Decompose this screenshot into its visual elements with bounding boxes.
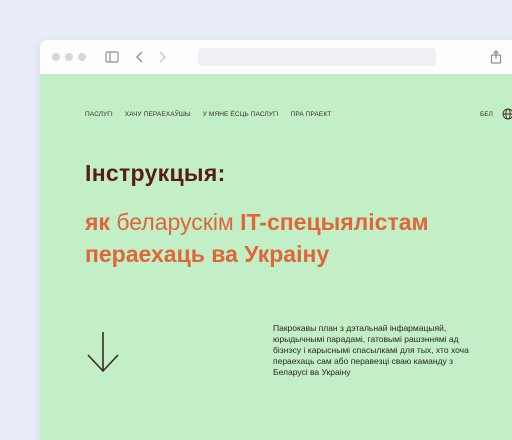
browser-window: Паслугі Хачу пераехаўшы У мяне ёсць пасл…	[40, 40, 512, 440]
subtitle-word-belarusian: беларускім	[109, 209, 241, 235]
language-switcher[interactable]: БЕЛ	[480, 111, 493, 118]
web-page: Паслугі Хачу пераехаўшы У мяне ёсць пасл…	[40, 74, 512, 440]
browser-toolbar	[40, 40, 512, 75]
main-nav: Паслугі Хачу пераехаўшы У мяне ёсць пасл…	[85, 111, 331, 118]
address-bar[interactable]	[198, 48, 436, 66]
page-title: Інструкцыя:	[85, 160, 226, 186]
globe-icon[interactable]	[502, 108, 512, 120]
subtitle-line-1: як беларускім IT-спецыялістам	[85, 206, 429, 238]
maximize-window-button[interactable]	[78, 53, 86, 61]
arrow-down-icon[interactable]	[86, 330, 120, 374]
chevron-right-icon[interactable]	[154, 49, 170, 65]
subtitle-line-2: пераехаць ва Украіну	[85, 241, 330, 267]
subtitle-word-how: як	[85, 209, 110, 235]
close-window-button[interactable]	[52, 53, 60, 61]
subtitle-word-it-specialists: IT-спецыялістам	[240, 209, 429, 235]
description-line: юрыдычнымі парадамі, гатовымі рашэннямі …	[273, 334, 459, 344]
nav-item-about-project[interactable]: Пра праект	[291, 111, 332, 118]
sidebar-icon[interactable]	[104, 49, 120, 65]
page-subtitle: як беларускім IT-спецыялістам пераехаць …	[85, 206, 429, 270]
hero-description: Пакрокавы план з дэтальнай інфармацыяй, …	[273, 323, 512, 378]
description-line: пераехаць сам або перавезці сваю каманду…	[273, 356, 453, 366]
share-icon[interactable]	[488, 49, 504, 65]
description-line: Беларусі ва Украіну	[273, 367, 351, 377]
nav-item-i-have-services[interactable]: У мяне ёсць паслугі	[203, 111, 279, 118]
nav-item-want-to-relocate[interactable]: Хачу пераехаўшы	[125, 111, 191, 118]
nav-item-services[interactable]: Паслугі	[85, 111, 113, 118]
minimize-window-button[interactable]	[65, 53, 73, 61]
description-line: бізнэсу і карыснымі спасылкамі для тых, …	[273, 345, 469, 355]
description-line: Пакрокавы план з дэтальнай інфармацыяй,	[273, 323, 447, 333]
window-controls	[52, 53, 86, 61]
chevron-left-icon[interactable]	[132, 49, 148, 65]
